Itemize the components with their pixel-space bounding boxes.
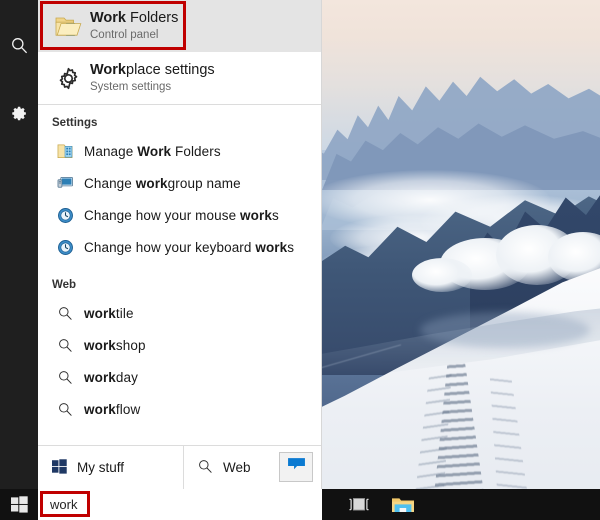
manage-work-folders-icon xyxy=(50,143,80,159)
label-bold: work xyxy=(84,305,116,321)
web-suggestion-worktile[interactable]: worktile xyxy=(38,297,321,329)
results-scroll-area: Work Folders Control panel Workplace set… xyxy=(38,0,321,445)
gear-icon[interactable] xyxy=(0,90,38,136)
search-icon[interactable] xyxy=(0,22,38,68)
file-explorer-icon[interactable] xyxy=(388,489,418,520)
taskbar-search-box[interactable]: work xyxy=(38,489,322,520)
label-post: day xyxy=(115,369,138,385)
tab-web[interactable]: Web xyxy=(184,446,279,489)
web-suggestion-workflow[interactable]: workflow xyxy=(38,393,321,425)
web-suggestion-workday[interactable]: workday xyxy=(38,361,321,393)
web-suggestion-label: worktile xyxy=(84,306,134,321)
search-results-panel: Work Folders Control panel Workplace set… xyxy=(0,0,322,489)
tab-web-label: Web xyxy=(223,460,251,475)
gear-outline-icon xyxy=(50,65,86,92)
taskbar-search-value: work xyxy=(50,497,78,512)
label-post: s xyxy=(271,207,279,223)
result-work-folders[interactable]: Work Folders Control panel xyxy=(38,0,321,52)
result-subtitle: System settings xyxy=(90,81,172,93)
label-bold: work xyxy=(84,337,116,353)
label-pre: Manage xyxy=(84,143,138,159)
taskbar-icon-group xyxy=(344,489,418,520)
settings-item-label: Change how your keyboard works xyxy=(84,240,294,255)
feedback-button[interactable] xyxy=(279,452,313,482)
wallpaper-snow-dip xyxy=(420,312,590,348)
label-pre: Change how your mouse xyxy=(84,207,241,223)
web-suggestion-label: workday xyxy=(84,370,138,385)
web-suggestion-label: workshop xyxy=(84,338,146,353)
label-bold: work xyxy=(84,369,116,385)
settings-section-heading: Settings xyxy=(52,117,98,129)
result-title-rest: Folders xyxy=(126,10,179,26)
wallpaper-cloud xyxy=(412,258,472,292)
result-title-bold: Work xyxy=(90,62,126,78)
start-button[interactable] xyxy=(0,489,38,520)
label-post: tile xyxy=(115,305,134,321)
search-icon xyxy=(50,306,80,321)
settings-item-change-workgroup-name[interactable]: Change workgroup name xyxy=(38,167,321,199)
result-workplace-settings[interactable]: Workplace settings System settings xyxy=(38,52,321,104)
search-icon xyxy=(50,370,80,385)
result-title: Workplace settings xyxy=(90,61,215,79)
result-text-block: Workplace settings System settings xyxy=(90,61,215,95)
result-subtitle: Control panel xyxy=(90,29,159,41)
computer-icon xyxy=(50,175,80,191)
feedback-bubble-icon xyxy=(287,457,306,477)
label-post: flow xyxy=(115,401,141,417)
search-left-rail xyxy=(0,0,38,489)
label-pre: Change how your keyboard xyxy=(84,239,256,255)
label-bold: work xyxy=(240,207,272,223)
task-view-icon[interactable] xyxy=(344,489,374,520)
label-pre: Change xyxy=(84,175,136,191)
result-title-rest: place settings xyxy=(126,62,215,78)
windows-logo-icon xyxy=(52,458,67,477)
settings-item-label: Change workgroup name xyxy=(84,176,241,191)
work-folders-icon xyxy=(50,14,86,39)
result-title-bold: Work xyxy=(90,10,126,26)
settings-item-label: Manage Work Folders xyxy=(84,144,221,159)
label-bold: work xyxy=(135,175,168,191)
web-suggestion-workshop[interactable]: workshop xyxy=(38,329,321,361)
tab-my-stuff-label: My stuff xyxy=(77,460,125,475)
search-icon xyxy=(50,402,80,417)
clock-globe-icon xyxy=(50,207,80,224)
label-bold: work xyxy=(255,239,288,255)
web-suggestion-label: workflow xyxy=(84,402,140,417)
label-post: shop xyxy=(115,337,146,353)
panel-bottom-tabs: My stuff Web xyxy=(38,445,321,489)
settings-item-change-mouse-works[interactable]: Change how your mouse works xyxy=(38,199,321,231)
result-title: Work Folders xyxy=(90,9,178,27)
settings-item-manage-work-folders[interactable]: Manage Work Folders xyxy=(38,135,321,167)
search-icon xyxy=(50,338,80,353)
result-text-block: Work Folders Control panel xyxy=(90,9,178,43)
settings-item-change-keyboard-works[interactable]: Change how your keyboard works xyxy=(38,231,321,263)
label-post: s xyxy=(287,239,295,255)
label-post: group name xyxy=(167,175,241,191)
taskbar: work xyxy=(0,489,600,520)
search-icon xyxy=(198,459,213,477)
label-bold: work xyxy=(84,401,116,417)
search-results-list: Work Folders Control panel Workplace set… xyxy=(38,0,322,489)
label-bold: Work xyxy=(137,143,172,159)
tab-my-stuff[interactable]: My stuff xyxy=(38,446,184,489)
clock-globe-icon xyxy=(50,239,80,256)
label-post: Folders xyxy=(171,143,221,159)
web-section-heading: Web xyxy=(52,279,77,291)
settings-item-label: Change how your mouse works xyxy=(84,208,279,223)
